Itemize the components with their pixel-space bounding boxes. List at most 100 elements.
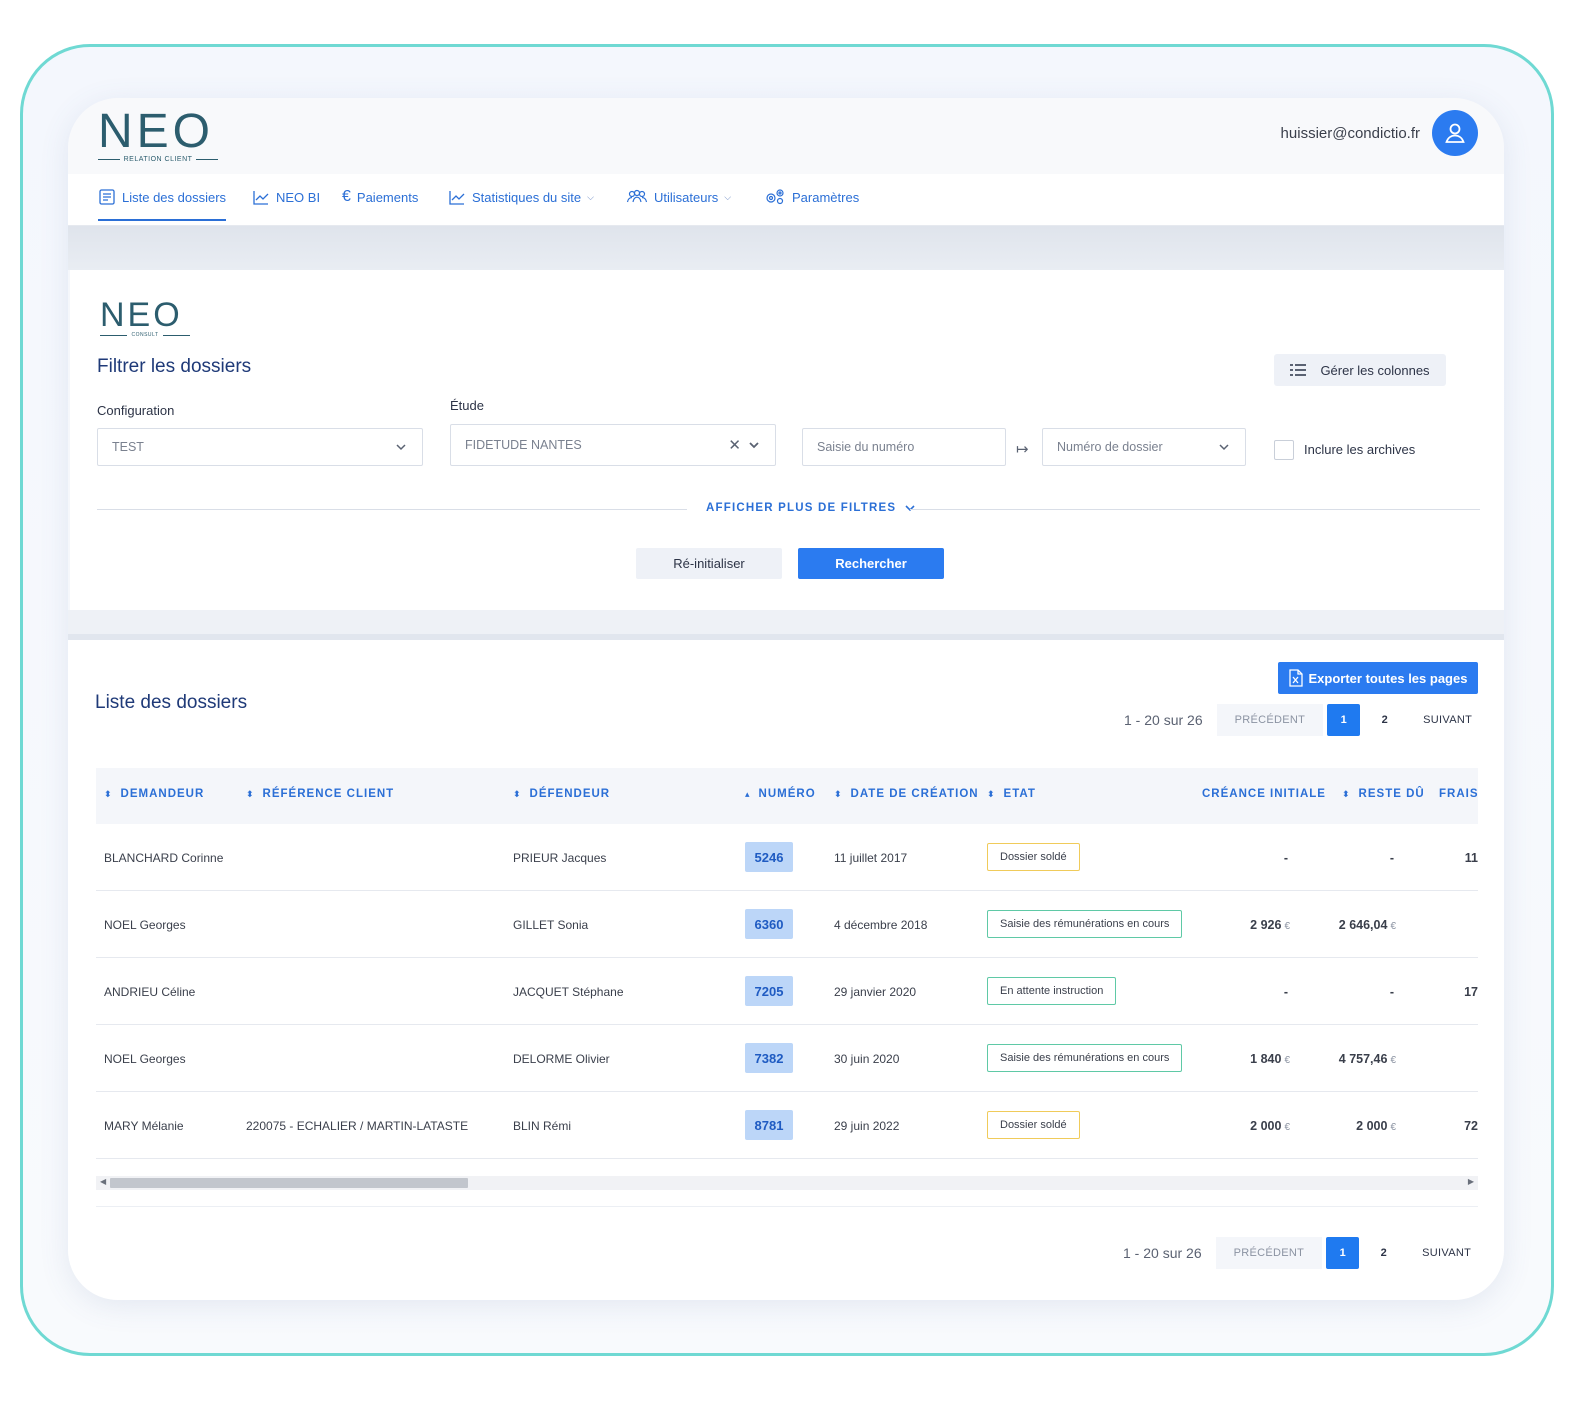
etude-select[interactable]: FIDETUDE NANTES ✕ (450, 424, 776, 466)
sort-icon: ⬍ (246, 788, 255, 799)
horizontal-scrollbar[interactable]: ◀ ▶ (96, 1176, 1478, 1190)
nav-item-utilisateurs[interactable]: Utilisateurs ⌵ (626, 188, 731, 206)
manage-columns-button[interactable]: Gérer les colonnes (1274, 354, 1446, 386)
dossiers-list-panel: Liste des dossiers Exporter toutes les p… (68, 640, 1504, 1300)
user-menu[interactable]: huissier@condictio.fr (1281, 110, 1478, 156)
currency-symbol: € (1390, 1055, 1396, 1066)
amount-value: 1 840 (1250, 1052, 1282, 1066)
scroll-left-icon[interactable]: ◀ (100, 1177, 106, 1186)
nav-label: Paramètres (792, 189, 860, 205)
configuration-select[interactable]: TEST (97, 428, 423, 466)
configuration-value: TEST (112, 440, 144, 454)
top-bar: NEO RELATION CLIENT huissier@condictio.f… (68, 98, 1504, 174)
col-numero[interactable]: ▴ NUMÉRO (745, 788, 816, 800)
amount-value: - (1283, 985, 1288, 999)
search-button[interactable]: Rechercher (798, 548, 944, 579)
prev-page-button[interactable]: PRÉCÉDENT (1216, 704, 1324, 736)
chevron-down-icon (749, 442, 759, 449)
header-shadow-strip (68, 226, 1504, 270)
nav-item-parametres[interactable]: Paramètres (764, 188, 859, 206)
currency-symbol: € (1390, 921, 1396, 932)
users-icon (626, 189, 648, 203)
table-row[interactable]: NOEL Georges DELORME Olivier 7382 30 juin 2… (96, 1025, 1478, 1092)
cell-date: 4 décembre 2018 (834, 918, 928, 932)
dossier-number-link[interactable]: 5246 (745, 842, 793, 872)
chevron-down-icon (396, 444, 406, 451)
page-1-button[interactable]: 1 (1327, 704, 1361, 736)
page-1-button[interactable]: 1 (1326, 1237, 1360, 1269)
page-2-button[interactable]: 2 (1367, 1237, 1400, 1269)
chevron-down-icon: ⌵ (724, 191, 732, 202)
col-creance[interactable]: CRÉANCE INITIALE (1202, 788, 1326, 800)
include-archives-label: Inclure les archives (1304, 442, 1416, 457)
divider (910, 509, 1480, 510)
nav-item-paiements[interactable]: € Paiements (342, 188, 418, 206)
cell-date: 29 janvier 2020 (834, 985, 917, 999)
prev-page-button[interactable]: PRÉCÉDENT (1215, 1237, 1323, 1269)
col-frais[interactable]: FRAIS (1439, 788, 1479, 800)
numero-input[interactable]: Saisie du numéro (802, 428, 1006, 466)
cell-reste: 4 757,46 € (1339, 1052, 1396, 1066)
table-row[interactable]: ANDRIEU Céline JACQUET Stéphane 7205 29 jan… (96, 958, 1478, 1025)
more-filters-label: AFFICHER PLUS DE FILTRES (706, 502, 897, 514)
sort-icon: ⬍ (987, 788, 996, 799)
page-2-button[interactable]: 2 (1368, 704, 1401, 736)
manage-columns-label: Gérer les colonnes (1320, 362, 1430, 378)
cell-creance: - (1284, 985, 1288, 999)
next-page-button[interactable]: SUIVANT (1405, 704, 1491, 736)
col-defendeur[interactable]: ⬍ DÉFENDEUR (513, 788, 610, 800)
cell-defendeur: GILLET Sonia (513, 918, 589, 932)
nav-item-liste-dossiers[interactable]: Liste des dossiers (98, 188, 227, 221)
cell-reference: 220075 - ECHALIER / MARTIN-LATASTE (246, 1119, 469, 1133)
col-label: RÉFÉRENCE CLIENT (262, 788, 395, 800)
table-row[interactable]: NOEL Georges GILLET Sonia 6360 4 décembre 2… (96, 891, 1478, 958)
cell-reste: - (1390, 851, 1394, 865)
status-badge: En attente instruction (987, 977, 1117, 1005)
include-archives-checkbox[interactable] (1274, 440, 1294, 460)
nav-item-statistiques[interactable]: Statistiques du site ⌵ (448, 188, 594, 206)
col-date[interactable]: ⬍ DATE DE CRÉATION (834, 788, 979, 800)
pagination-bottom: 1 - 20 sur 26 PRÉCÉDENT 1 2 SUIVANT (1123, 1237, 1490, 1269)
divider (96, 1206, 1478, 1207)
dossier-number-link[interactable]: 7382 (745, 1043, 793, 1073)
scroll-right-icon[interactable]: ▶ (1468, 1177, 1474, 1186)
next-page-button[interactable]: SUIVANT (1404, 1237, 1490, 1269)
cell-demandeur: ANDRIEU Céline (104, 985, 196, 999)
folder-list-icon (99, 189, 115, 205)
scroll-thumb[interactable] (110, 1178, 468, 1188)
cell-frais: 72 (1464, 1119, 1478, 1133)
cell-demandeur: NOEL Georges (104, 1052, 186, 1066)
chevron-down-icon (905, 505, 915, 512)
neo-consult-logo: NEO CONSULT (100, 298, 190, 338)
dossier-number-link[interactable]: 6360 (745, 909, 793, 939)
user-avatar-icon[interactable] (1432, 110, 1478, 156)
dossier-number-link[interactable]: 7205 (745, 976, 793, 1006)
nav-item-neo-bi[interactable]: NEO BI (252, 188, 320, 206)
stats-icon (449, 191, 465, 205)
col-demandeur[interactable]: ⬍ DEMANDEUR (104, 788, 204, 800)
numero-type-select[interactable]: Numéro de dossier (1042, 428, 1246, 466)
col-etat[interactable]: ⬍ ETAT (987, 788, 1036, 800)
amount-value: - (1389, 851, 1394, 865)
nav-label: Statistiques du site (472, 189, 582, 205)
cell-date: 11 juillet 2017 (834, 851, 908, 865)
filter-title: Filtrer les dossiers (97, 356, 252, 377)
col-label: RESTE DÛ (1358, 788, 1425, 800)
export-label: Exporter toutes les pages (1308, 670, 1468, 686)
dossier-number-link[interactable]: 8781 (745, 1110, 793, 1140)
col-reste[interactable]: ⬍ RESTE DÛ (1342, 788, 1425, 800)
table-row[interactable]: MARY Mélanie 220075 - ECHALIER / MARTIN-L… (96, 1092, 1478, 1159)
table-row[interactable]: BLANCHARD Corinne PRIEUR Jacques 5246 11 ju… (96, 824, 1478, 891)
export-all-button[interactable]: Exporter toutes les pages (1278, 662, 1478, 694)
neo-relation-client-logo[interactable]: NEO RELATION CLIENT (98, 108, 219, 164)
cell-date: 30 juin 2020 (834, 1052, 900, 1066)
reset-button[interactable]: Ré-initialiser (636, 548, 782, 579)
more-filters-toggle[interactable]: AFFICHER PLUS DE FILTRES (706, 502, 916, 514)
cell-creance: - (1284, 851, 1288, 865)
col-reference[interactable]: ⬍ RÉFÉRENCE CLIENT (246, 788, 394, 800)
chart-icon (253, 191, 269, 205)
clear-icon[interactable]: ✕ (728, 436, 741, 454)
filter-panel: NEO CONSULT Filtrer les dossiers Gérer l… (70, 270, 1504, 610)
numero-placeholder: Saisie du numéro (817, 440, 915, 454)
currency-symbol: € (1284, 921, 1290, 932)
